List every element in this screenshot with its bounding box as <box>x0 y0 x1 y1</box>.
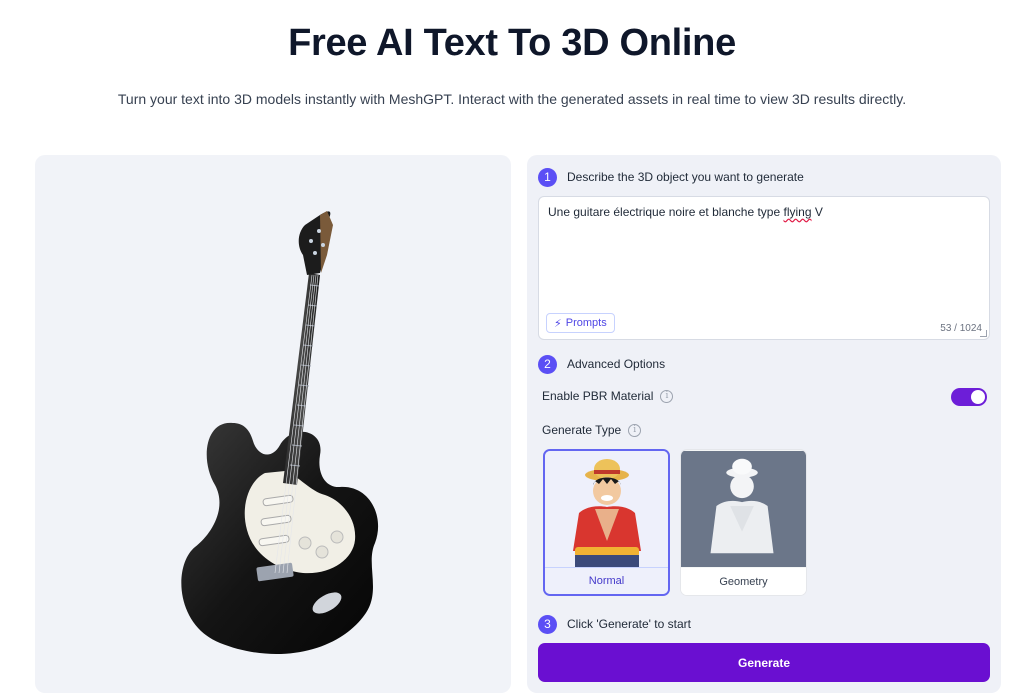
model-preview-viewport[interactable] <box>35 155 511 693</box>
page: Free AI Text To 3D Online Turn your text… <box>0 0 1024 698</box>
resize-handle[interactable] <box>980 330 987 337</box>
pbr-option-row: Enable PBR Material i <box>542 389 674 403</box>
toggle-knob <box>971 390 985 404</box>
step-2: 2 Advanced Options <box>538 354 665 374</box>
step-1: 1 Describe the 3D object you want to gen… <box>538 167 804 187</box>
generate-type-row: Generate Type i <box>542 423 642 437</box>
step-number-badge: 3 <box>538 614 557 634</box>
prompts-button-label: Prompts <box>565 317 607 329</box>
step-3: 3 Click 'Generate' to start <box>538 614 691 634</box>
step-label: Describe the 3D object you want to gener… <box>567 170 804 184</box>
pbr-label: Enable PBR Material <box>542 389 654 403</box>
generate-type-label: Generate Type <box>542 423 622 437</box>
guitar-model-image <box>181 211 379 655</box>
char-counter: 53 / 1024 <box>940 323 982 334</box>
page-title: Free AI Text To 3D Online <box>288 22 736 64</box>
page-subtitle: Turn your text into 3D models instantly … <box>117 91 907 107</box>
step-number-badge: 2 <box>538 354 557 374</box>
options-panel: 1 Describe the 3D object you want to gen… <box>527 155 1001 693</box>
info-icon[interactable]: i <box>660 389 674 403</box>
lightning-icon: ⚡ <box>554 317 562 330</box>
info-icon[interactable]: i <box>628 423 642 437</box>
misspelled-word: flying <box>783 205 812 219</box>
step-label: Click 'Generate' to start <box>567 617 691 631</box>
normal-thumbnail-image <box>545 451 668 569</box>
card-label: Geometry <box>681 568 806 595</box>
prompt-text: Une guitare électrique noire et blanche … <box>548 205 823 219</box>
type-card-geometry[interactable]: Geometry <box>680 449 807 596</box>
type-card-normal[interactable]: Normal <box>543 449 670 596</box>
step-label: Advanced Options <box>567 357 666 371</box>
generate-button[interactable]: Generate <box>538 643 990 682</box>
card-label: Normal <box>545 567 668 594</box>
step-number-badge: 1 <box>538 167 557 187</box>
geometry-thumbnail-image <box>681 450 806 568</box>
pbr-toggle[interactable] <box>951 388 987 406</box>
prompt-textarea[interactable]: Une guitare électrique noire et blanche … <box>538 196 990 340</box>
prompts-button[interactable]: ⚡ Prompts <box>546 313 615 333</box>
